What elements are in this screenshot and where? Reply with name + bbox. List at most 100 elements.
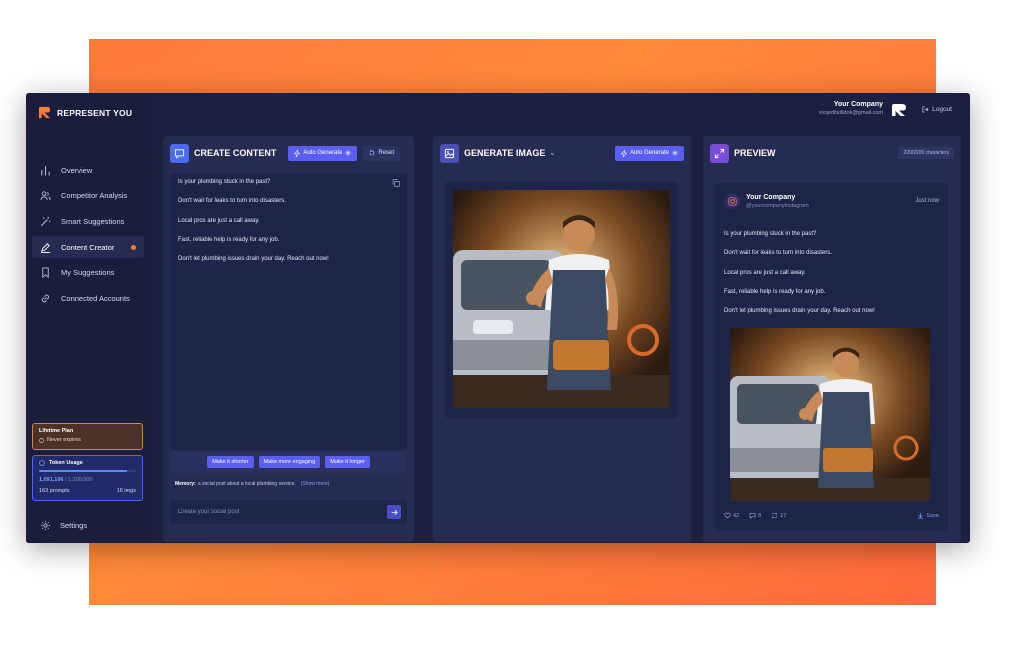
repost-icon [772, 512, 778, 519]
expand-icon [710, 143, 729, 163]
content-editor[interactable]: Is your plumbing stuck in the past? Don'… [170, 173, 407, 450]
settings-link[interactable]: Settings [40, 520, 87, 531]
post-author-handle: @yourcompanyinstagram [746, 202, 809, 209]
active-indicator-dot [131, 245, 136, 251]
bookmark-icon [40, 267, 51, 279]
sidebar-item-content-creator[interactable]: Content Creator [32, 236, 144, 259]
social-post-input-box [170, 500, 407, 524]
create-content-panel: CREATE CONTENT Auto Generate Reset Is yo… [163, 136, 414, 542]
plan-subtitle: Never expires [47, 437, 81, 443]
token-usage-card: Token Usage 1,091,106 / 1,200,000 163 pr… [32, 455, 143, 501]
sidebar-item-label: Competitor Analysis [61, 191, 128, 201]
token-usage-bar [39, 470, 136, 472]
gear-icon [40, 520, 51, 531]
sidebar-item-smart-suggestions[interactable]: Smart Suggestions [32, 210, 144, 232]
memory-line: Memory: a social post about a local plum… [170, 477, 407, 491]
sidebar-item-overview[interactable]: Overview [32, 159, 144, 181]
post-author: Your Company @yourcompanyinstagram [746, 194, 809, 209]
create-content-title: CREATE CONTENT [194, 148, 277, 158]
token-usage-title: Token Usage [49, 460, 83, 466]
token-used: 1,091,106 [39, 477, 64, 483]
content-line: Don't wait for leaks to turn into disast… [178, 198, 286, 205]
sidebar-item-label: Overview [61, 165, 93, 175]
content-line: Is your plumbing stuck in the past? [178, 179, 271, 185]
like-count: 42 [733, 512, 740, 519]
user-avatar-logo-icon[interactable] [891, 103, 907, 117]
sparkle-icon [345, 150, 352, 156]
character-count-badge: 220/2200 characters [898, 147, 954, 159]
users-icon [40, 190, 51, 201]
suggestion-chips-row: Make it shorter Make more engaging Make … [170, 451, 407, 473]
sidebar-item-label: Smart Suggestions [61, 216, 125, 226]
token-usage-bar-fill [39, 470, 128, 472]
comment-count: 8 [758, 512, 762, 519]
brand[interactable]: REPRESENT YOU [38, 106, 132, 119]
instagram-icon [724, 193, 740, 209]
plumber-photo [453, 190, 670, 408]
reset-button[interactable]: Reset [363, 145, 401, 161]
send-button[interactable] [387, 505, 401, 519]
show-more-link[interactable]: (Show more) [301, 481, 330, 487]
generate-image-empty-area [445, 422, 678, 532]
save-button[interactable]: Save [917, 512, 939, 519]
sidebar-nav: Overview Competitor Analysis Smart Sugge… [32, 159, 144, 313]
plan-subtitle-row: Never expires [39, 437, 136, 443]
sidebar-item-competitor-analysis[interactable]: Competitor Analysis [32, 185, 144, 207]
post-header: Your Company @yourcompanyinstagram Just … [724, 193, 939, 209]
download-icon [918, 512, 924, 519]
logout-label: Logout [932, 106, 952, 113]
link-icon [40, 293, 51, 304]
post-actions: 42 8 17 Save [724, 512, 939, 519]
memory-text: a social post about a local plumbing ser… [197, 481, 296, 487]
make-longer-button[interactable]: Make it longer [325, 456, 370, 468]
app-window: REPRESENT YOU Overview Competitor Analys… [26, 93, 970, 543]
token-imgs: 16 imgs [116, 488, 136, 494]
sidebar: REPRESENT YOU Overview Competitor Analys… [26, 93, 151, 543]
make-more-engaging-button[interactable]: Make more engaging [258, 456, 321, 468]
heart-icon [724, 512, 731, 519]
token-usage-header: Token Usage [39, 460, 136, 466]
magic-wand-icon [40, 216, 51, 227]
post-author-name: Your Company [746, 193, 796, 201]
sidebar-item-label: Connected Accounts [61, 293, 130, 303]
post-timestamp: Just now [915, 198, 939, 204]
auto-generate-button[interactable]: Auto Generate [288, 145, 358, 161]
post-line: Don't let plumbing issues drain your day… [724, 308, 875, 315]
share-count: 17 [780, 512, 787, 519]
sidebar-item-connected-accounts[interactable]: Connected Accounts [32, 287, 144, 309]
generate-image-panel: GENERATE IMAGE ⌄ Auto Generate [433, 136, 691, 542]
logout-icon [922, 106, 929, 113]
like-action[interactable]: 42 [724, 512, 739, 519]
token-usage-footer: 163 prompts 16 imgs [39, 488, 136, 494]
content-line: Don't let plumbing issues drain your day… [178, 256, 329, 263]
logout-button[interactable]: Logout [922, 106, 952, 113]
pen-icon [40, 242, 51, 253]
token-icon [39, 460, 45, 466]
brand-logo-icon [38, 106, 51, 119]
token-prompts: 163 prompts [39, 488, 70, 494]
generated-image-card[interactable] [445, 182, 678, 418]
content-line: Fast, reliable help is ready for any job… [178, 236, 280, 243]
create-content-header: CREATE CONTENT Auto Generate Reset [170, 142, 407, 164]
post-caption: Is your plumbing stuck in the past? Don'… [724, 231, 939, 327]
plan-title: Lifetime Plan [39, 428, 74, 434]
lifetime-plan-card: Lifetime Plan Never expires [32, 423, 143, 450]
make-shorter-button[interactable]: Make it shorter [207, 456, 254, 468]
preview-panel: PREVIEW 220/2200 characters Your Company [703, 136, 961, 542]
post-line: Local pros are just a call away. [724, 269, 806, 276]
arrow-right-icon [391, 509, 398, 515]
image-icon [440, 143, 459, 163]
sidebar-item-label: My Suggestions [61, 268, 115, 278]
share-action[interactable]: 17 [771, 512, 786, 519]
comment-action[interactable]: 8 [749, 512, 761, 519]
comment-icon [749, 513, 756, 519]
auto-generate-image-button[interactable]: Auto Generate [614, 145, 684, 161]
sidebar-item-label: Content Creator [61, 242, 115, 252]
stage: REPRESENT YOU Overview Competitor Analys… [0, 0, 1024, 645]
sparkle-icon [672, 150, 678, 156]
sidebar-item-my-suggestions[interactable]: My Suggestions [32, 262, 144, 284]
social-post-input[interactable] [178, 509, 378, 515]
chevron-down-icon[interactable]: ⌄ [549, 149, 555, 157]
copy-icon[interactable] [392, 179, 400, 187]
content-line: Local pros are just a call away. [178, 217, 260, 224]
